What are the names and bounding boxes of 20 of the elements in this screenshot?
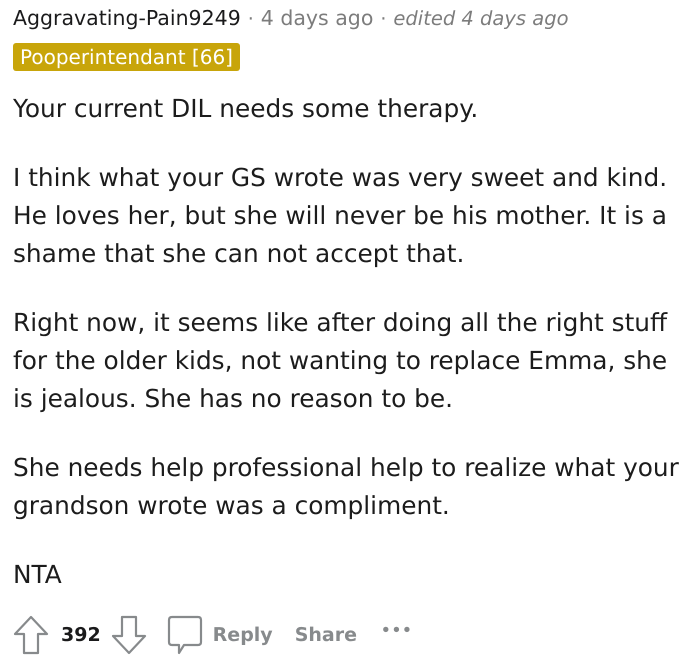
downvote-button[interactable]: [110, 615, 147, 655]
arrow-up-icon: [13, 615, 49, 655]
meta-separator: ·: [380, 7, 386, 32]
user-flair: Pooperintendant [66]: [13, 43, 240, 71]
reply-button[interactable]: Reply: [166, 615, 273, 655]
meta-separator: ·: [248, 7, 254, 32]
author-name[interactable]: Aggravating-Pain9249: [13, 4, 241, 32]
vote-count: 392: [61, 624, 101, 646]
comment-paragraph: NTA: [13, 559, 63, 591]
arrow-down-icon: [110, 615, 147, 655]
comment-paragraph: I think what your GS wrote was very sweet and kind. He loves her, but she will never be his mother. It is a shame that she can not accept that.: [13, 162, 668, 270]
edited-label: edited 4 days ago: [393, 6, 569, 32]
upvote-button[interactable]: [13, 615, 49, 655]
comment-paragraph: Right now, it seems like after doing all the right stuff for the older kids, not wanting to replace Emma, she is jealous. She has no reason to be.: [13, 307, 668, 415]
speech-bubble-icon: [166, 615, 203, 655]
comment-paragraph: She needs help professional help to realize what your grandson wrote was a compliment.: [13, 452, 680, 522]
more-button[interactable]: •••: [380, 621, 413, 639]
share-button[interactable]: Share: [294, 624, 357, 646]
comment-paragraph: Your current DIL needs some therapy.: [13, 93, 480, 125]
timestamp: 4 days ago: [260, 5, 374, 32]
